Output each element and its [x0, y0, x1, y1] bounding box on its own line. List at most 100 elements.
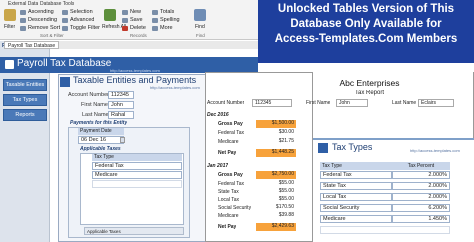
tax-type-column-header: Tax Type: [92, 154, 182, 161]
report-row-value: $55.00: [278, 188, 294, 194]
sort-ascending-icon: [20, 9, 26, 15]
applicable-tax-row[interactable]: Medicare: [92, 171, 182, 179]
tax-percent-cell[interactable]: 2.000%: [392, 171, 450, 179]
report-row-value: $21.75: [278, 138, 294, 144]
more-icon: [152, 25, 158, 31]
applicable-tax-row[interactable]: Federal Tax: [92, 162, 182, 170]
record-navigator[interactable]: Applicable Taxes: [84, 227, 184, 235]
report-row-value: $55.00: [278, 196, 294, 202]
report-row-label: Gross Pay: [218, 172, 243, 178]
records-group-label: Records: [130, 33, 147, 38]
last-name-label: Last Name: [82, 112, 109, 118]
report-row-label: Medicare: [218, 213, 239, 219]
new-record-icon: [122, 9, 128, 15]
nav-tax-types[interactable]: Tax Types: [3, 94, 47, 106]
tab-external-data[interactable]: External Data: [8, 1, 38, 7]
report-last-value: Eclairs: [418, 99, 454, 107]
find-icon[interactable]: [194, 9, 206, 21]
payment-date-header: Payment Date: [78, 128, 124, 135]
selection-icon: [62, 9, 68, 15]
form-header-url[interactable]: http://access-templates.com: [110, 68, 160, 73]
report-first-label: First Name: [306, 100, 331, 106]
tax-type-cell[interactable]: State Tax: [320, 182, 392, 190]
delete-record-button[interactable]: Delete: [122, 25, 146, 31]
payment-date-field[interactable]: 06 Dec 16: [78, 136, 124, 144]
report-first-value: John: [336, 99, 368, 107]
spelling-button[interactable]: Spelling: [152, 17, 180, 23]
tax-type-cell[interactable]: Medicare: [320, 215, 392, 223]
filter-label[interactable]: Filter: [4, 24, 15, 30]
doc-tab-payroll[interactable]: Payroll Tax Database: [4, 41, 60, 49]
account-number-label: Account Number: [68, 92, 109, 98]
remove-sort-button[interactable]: Remove Sort: [20, 25, 60, 31]
sort-filter-group-label: Sort & Filter: [40, 33, 64, 38]
report-row-label: Net Pay: [218, 224, 237, 230]
banner-line-2: Database Only Available for: [290, 18, 442, 30]
report-row-value: $55.00: [278, 180, 294, 186]
form-title: Payroll Tax Database: [17, 58, 112, 69]
tax-percent-cell[interactable]: 2.000%: [392, 193, 450, 201]
tab-database-tools[interactable]: Database Tools: [40, 1, 74, 7]
find-group-label: Find: [196, 33, 205, 38]
last-name-field[interactable]: Rahal: [108, 111, 134, 119]
filter-icon[interactable]: [4, 9, 16, 21]
save-record-button[interactable]: Save: [122, 17, 143, 23]
entities-form-icon: [60, 77, 70, 87]
find-label[interactable]: Find: [195, 24, 205, 30]
report-row-value: $170.50: [275, 204, 294, 210]
report-row-value: $1,448.25: [256, 149, 296, 157]
tax-types-title: Tax Types: [332, 142, 373, 152]
more-button[interactable]: More: [152, 25, 173, 31]
report-row-value: $30.00: [278, 129, 294, 135]
report-row-label: Medicare: [218, 139, 239, 145]
report-row-label: Net Pay: [218, 150, 237, 156]
report-account-value: 112345: [252, 99, 292, 107]
totals-button[interactable]: Totals: [152, 9, 174, 15]
report-row-value: $1,500.00: [256, 120, 296, 128]
toggle-filter-button[interactable]: Toggle Filter: [62, 25, 100, 31]
payments-label: Payments for this Entity: [70, 120, 128, 126]
refresh-icon[interactable]: [104, 9, 116, 21]
nav-reports[interactable]: Reports: [3, 109, 47, 121]
report-row-value: $2,429.63: [256, 223, 296, 231]
report-row-label: Social Security: [218, 205, 252, 211]
entities-form-url[interactable]: http://access-templates.com: [150, 85, 200, 90]
tax-type-cell[interactable]: Social Security: [320, 204, 392, 212]
sort-descending-icon: [20, 17, 26, 23]
advanced-button[interactable]: Advanced: [62, 17, 94, 23]
report-row-label: Gross Pay: [218, 121, 243, 127]
entities-form-title: Taxable Entities and Payments: [73, 75, 197, 85]
tax-type-cell[interactable]: Federal Tax: [320, 171, 392, 179]
tax-percent-cell[interactable]: 6.200%: [392, 204, 450, 212]
descending-button[interactable]: Descending: [20, 17, 57, 23]
report-row-label: State Tax: [218, 189, 239, 195]
account-number-field[interactable]: 112345: [108, 91, 134, 99]
tax-types-url[interactable]: http://access-templates.com: [410, 148, 460, 153]
totals-icon: [152, 9, 158, 15]
advanced-filter-icon: [62, 17, 68, 23]
new-tax-type-row[interactable]: [320, 226, 450, 234]
report-last-label: Last Name: [392, 100, 417, 106]
calendar-icon[interactable]: [120, 137, 125, 143]
report-period-date: Jan 2017: [207, 163, 229, 169]
report-account-label: Account Number: [207, 100, 245, 106]
tax-types-icon: [318, 143, 328, 153]
ascending-button[interactable]: Ascending: [20, 9, 54, 15]
new-tax-row[interactable]: [92, 180, 182, 188]
report-row-label: Federal Tax: [218, 181, 245, 187]
tax-percent-cell[interactable]: 2.000%: [392, 182, 450, 190]
delete-icon: [122, 25, 128, 31]
report-period-date: Dec 2016: [207, 112, 229, 118]
selection-button[interactable]: Selection: [62, 9, 93, 15]
first-name-label: First Name: [81, 102, 108, 108]
promo-banner: Unlocked Tables Version of This Database…: [258, 0, 474, 63]
tax-type-cell[interactable]: Local Tax: [320, 193, 392, 201]
new-record-button[interactable]: New: [122, 9, 141, 15]
tax-percent-cell[interactable]: 1.450%: [392, 215, 450, 223]
applicable-taxes-label: Applicable Taxes: [80, 146, 121, 152]
report-row-label: Local Tax: [218, 197, 240, 203]
tax-percent-col-header: Tax Percent: [392, 162, 450, 170]
nav-taxable-entities[interactable]: Taxable Entities: [3, 79, 47, 91]
report-row-label: Federal Tax: [218, 130, 245, 136]
first-name-field[interactable]: John: [108, 101, 134, 109]
